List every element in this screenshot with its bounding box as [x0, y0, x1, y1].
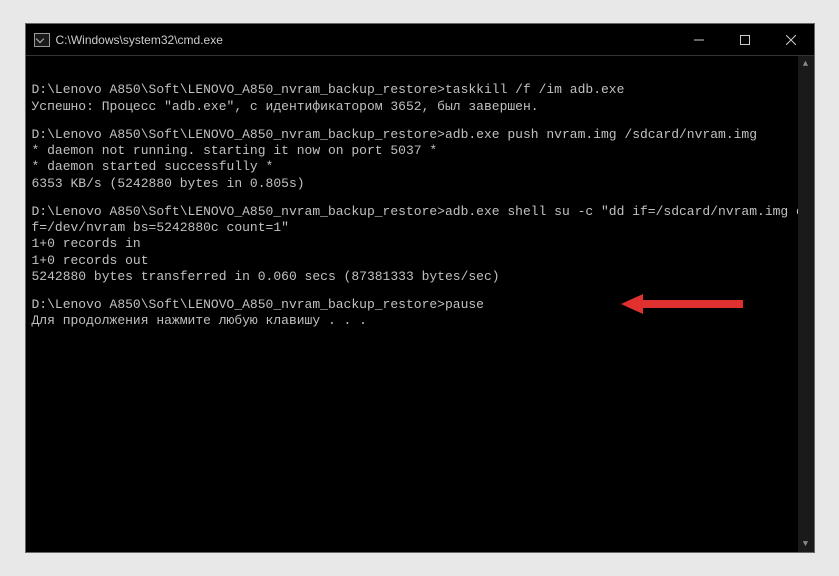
scroll-down-arrow-icon[interactable]: ▼	[798, 536, 814, 552]
output-block: D:\Lenovo A850\Soft\LENOVO_A850_nvram_ba…	[32, 204, 808, 285]
console-line: 5242880 bytes transferred in 0.060 secs …	[32, 269, 808, 285]
output-block: D:\Lenovo A850\Soft\LENOVO_A850_nvram_ba…	[32, 82, 808, 115]
cmd-icon	[34, 33, 50, 47]
title-left: C:\Windows\system32\cmd.exe	[34, 33, 223, 47]
console-line: D:\Lenovo A850\Soft\LENOVO_A850_nvram_ba…	[32, 204, 808, 237]
window-title: C:\Windows\system32\cmd.exe	[56, 33, 223, 47]
console-line: 1+0 records out	[32, 253, 808, 269]
console-line: * daemon started successfully *	[32, 159, 808, 175]
console-line: D:\Lenovo A850\Soft\LENOVO_A850_nvram_ba…	[32, 297, 808, 313]
close-button[interactable]	[768, 24, 814, 55]
console-line: 6353 KB/s (5242880 bytes in 0.805s)	[32, 176, 808, 192]
console-output[interactable]: D:\Lenovo A850\Soft\LENOVO_A850_nvram_ba…	[26, 56, 814, 552]
window-controls	[676, 24, 814, 55]
cmd-window: C:\Windows\system32\cmd.exe D:\Lenovo A8…	[25, 23, 815, 553]
vertical-scrollbar[interactable]: ▲ ▼	[798, 56, 814, 552]
console-line: Успешно: Процесс "adb.exe", с идентифика…	[32, 99, 808, 115]
output-block: D:\Lenovo A850\Soft\LENOVO_A850_nvram_ba…	[32, 297, 808, 330]
scroll-up-arrow-icon[interactable]: ▲	[798, 56, 814, 72]
console-line: D:\Lenovo A850\Soft\LENOVO_A850_nvram_ba…	[32, 82, 808, 98]
console-line: 1+0 records in	[32, 236, 808, 252]
output-block: D:\Lenovo A850\Soft\LENOVO_A850_nvram_ba…	[32, 127, 808, 192]
maximize-button[interactable]	[722, 24, 768, 55]
titlebar[interactable]: C:\Windows\system32\cmd.exe	[26, 24, 814, 56]
console-line: D:\Lenovo A850\Soft\LENOVO_A850_nvram_ba…	[32, 127, 808, 143]
console-line: Для продолжения нажмите любую клавишу . …	[32, 313, 808, 329]
console-line: * daemon not running. starting it now on…	[32, 143, 808, 159]
minimize-button[interactable]	[676, 24, 722, 55]
